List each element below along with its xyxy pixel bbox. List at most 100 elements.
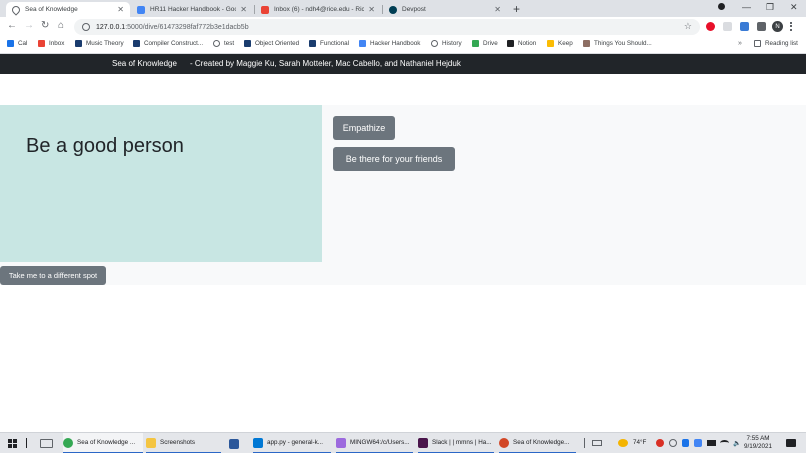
volume-icon[interactable]: 🔈	[733, 439, 741, 447]
tab-inbox[interactable]: Inbox (6) - ndh4@rice.edu - Rice ✕	[255, 2, 381, 17]
translate-extension-icon[interactable]	[740, 22, 749, 31]
docs-icon	[137, 5, 145, 14]
different-spot-button[interactable]: Take me to a different spot	[0, 266, 106, 285]
taskbar-app-powerpoint[interactable]: Sea of Knowledge...	[499, 433, 576, 453]
close-window-icon[interactable]: ✕	[790, 2, 798, 13]
bookmark-notion[interactable]: Notion	[507, 40, 536, 47]
bluetooth-icon[interactable]	[682, 439, 689, 447]
opera-extension-icon[interactable]	[706, 22, 715, 31]
bookmark-music-theory[interactable]: Music Theory	[75, 40, 124, 47]
bookmark-compiler-construction[interactable]: Compiler Construct...	[133, 40, 203, 47]
docs-icon	[359, 40, 366, 47]
battery-icon[interactable]	[707, 440, 716, 446]
desktop-icon[interactable]	[40, 439, 53, 448]
puzzle-icon[interactable]	[757, 22, 766, 31]
maximize-icon[interactable]: ❐	[766, 2, 774, 13]
taskbar-clock[interactable]: 7:55 AM 9/19/2021	[744, 435, 772, 451]
clock-time: 7:55 AM	[746, 435, 770, 442]
bookmark-icon	[133, 40, 140, 47]
close-icon[interactable]: ✕	[494, 5, 501, 14]
taskbar-app-chrome[interactable]: Sea of Knowledge ...	[63, 433, 143, 453]
reload-icon[interactable]: ↻	[41, 20, 49, 31]
tab-devpost[interactable]: Devpost ✕	[383, 2, 507, 17]
more-bookmarks-button[interactable]: »	[738, 40, 742, 47]
bookmark-icon	[75, 40, 82, 47]
close-icon[interactable]: ✕	[368, 5, 375, 14]
new-tab-button[interactable]: +	[513, 2, 520, 16]
taskbar-app-label: MINGW64:/c/Users...	[350, 439, 410, 446]
site-navbar: Sea of Knowledge - Created by Maggie Ku,…	[0, 54, 806, 74]
taskbar-app-git-bash[interactable]: MINGW64:/c/Users...	[336, 433, 413, 453]
bookmark-label: Compiler Construct...	[144, 40, 204, 47]
address-bar[interactable]: 127.0.0.1:5000/dive/61473298faf772b3e1da…	[74, 19, 700, 35]
taskbar-app-vscode[interactable]: app.py - general-k...	[253, 433, 331, 453]
taskbar-app-word[interactable]	[229, 433, 245, 453]
bookmark-label: test	[224, 40, 235, 47]
site-brand[interactable]: Sea of Knowledge	[112, 59, 177, 68]
bookmark-history[interactable]: History	[431, 40, 462, 47]
empathize-button[interactable]: Empathize	[333, 116, 395, 140]
reading-list-button[interactable]: Reading list	[754, 40, 798, 47]
thought-title: Be a good person	[26, 135, 184, 157]
bookmark-hacker-handbook[interactable]: Hacker Handbook	[359, 40, 420, 47]
wifi-icon[interactable]	[720, 440, 729, 446]
history-icon	[431, 40, 438, 47]
page-spacer	[0, 74, 806, 105]
tray-divider	[584, 438, 585, 448]
folder-icon	[146, 437, 156, 448]
bookmark-star-icon[interactable]: ☆	[684, 21, 692, 32]
bookmark-label: Notion	[518, 40, 537, 47]
word-icon	[229, 438, 239, 449]
gmail-icon	[38, 40, 45, 47]
vscode-icon	[253, 437, 263, 448]
close-icon[interactable]: ✕	[117, 5, 124, 14]
bookmark-cal[interactable]: Cal	[7, 40, 27, 47]
kebab-menu-icon[interactable]	[790, 22, 793, 31]
bookmark-label: Functional	[320, 40, 350, 47]
forward-arrow-icon[interactable]: →	[24, 20, 34, 31]
avatar[interactable]: N	[772, 21, 783, 32]
bookmark-label: Keep	[558, 40, 573, 47]
gmail-icon	[261, 5, 269, 14]
extension-icon[interactable]	[723, 22, 732, 31]
site-info-icon[interactable]	[82, 23, 90, 31]
bookmark-object-oriented[interactable]: Object Oriented	[244, 40, 299, 47]
taskbar-app-label: Sea of Knowledge...	[513, 439, 570, 446]
tray-app-icon[interactable]	[656, 439, 664, 447]
back-arrow-icon[interactable]: ←	[7, 20, 17, 31]
bookmark-icon	[309, 40, 316, 47]
drop-icon	[10, 3, 22, 16]
tray-app-icon[interactable]	[694, 439, 702, 447]
weather-temperature[interactable]: 74°F	[633, 439, 646, 446]
minimize-icon[interactable]: —	[742, 2, 751, 12]
notion-icon	[507, 40, 514, 47]
bookmarks-bar: Cal Inbox Music Theory Compiler Construc…	[0, 37, 806, 54]
slack-icon	[418, 437, 428, 448]
weather-icon[interactable]	[618, 439, 628, 447]
bookmark-functional[interactable]: Functional	[309, 40, 349, 47]
tab-search-icon[interactable]	[718, 3, 725, 10]
drop-icon	[213, 40, 220, 47]
windows-taskbar: Sea of Knowledge ... Screenshots app.py …	[0, 432, 806, 453]
drive-icon	[472, 40, 479, 47]
home-icon[interactable]: ⌂	[58, 20, 64, 31]
tab-sea-of-knowledge[interactable]: Sea of Knowledge ✕	[6, 2, 130, 17]
be-there-for-friends-button[interactable]: Be there for your friends	[333, 147, 455, 171]
tray-app-icon[interactable]	[669, 439, 677, 447]
notifications-icon[interactable]	[786, 439, 796, 447]
browser-tab-strip: Sea of Knowledge ✕ HR11 Hacker Handbook …	[0, 0, 806, 17]
taskbar-app-screenshots[interactable]: Screenshots	[146, 433, 221, 453]
keyboard-icon[interactable]	[592, 440, 602, 446]
windows-start-icon[interactable]	[8, 439, 17, 448]
bookmark-things-you-should[interactable]: Things You Should...	[583, 40, 652, 47]
bookmark-label: History	[442, 40, 462, 47]
bookmark-drive[interactable]: Drive	[472, 40, 498, 47]
tab-hacker-handbook[interactable]: HR11 Hacker Handbook - Googl ✕	[131, 2, 253, 17]
bookmark-label: Cal	[18, 40, 28, 47]
close-icon[interactable]: ✕	[240, 5, 247, 14]
bookmark-keep[interactable]: Keep	[547, 40, 573, 47]
task-view-divider	[26, 438, 27, 448]
bookmark-inbox[interactable]: Inbox	[38, 40, 64, 47]
taskbar-app-slack[interactable]: Slack | | mmns | Ha...	[418, 433, 494, 453]
bookmark-test[interactable]: test	[213, 40, 234, 47]
